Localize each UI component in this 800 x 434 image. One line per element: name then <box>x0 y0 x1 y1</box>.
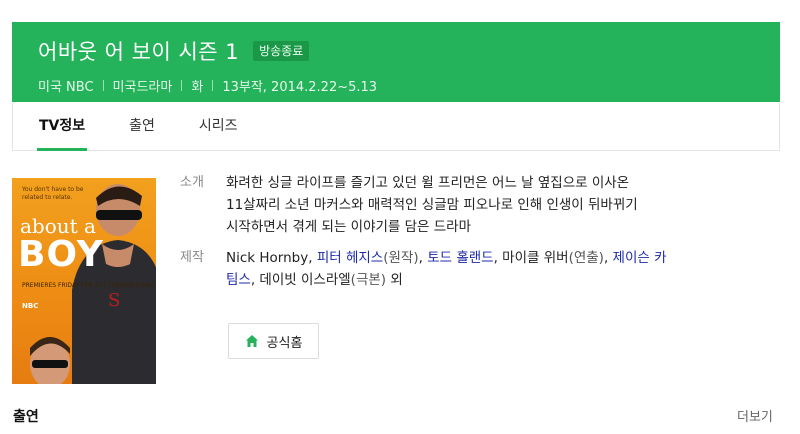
credit-text: , <box>603 250 613 266</box>
synopsis-line: 화려한 싱글 라이프를 즐기고 있던 윌 프리먼은 어느 날 옆집으로 이사온 <box>226 175 630 191</box>
tab-series[interactable]: 시리즈 <box>199 103 238 150</box>
credit-role: (연출) <box>568 250 604 266</box>
poster-title-bottom: BOY <box>18 234 104 275</box>
credit-role: (원작) <box>383 250 419 266</box>
tab-cast[interactable]: 출연 <box>129 103 155 150</box>
credit-link-jason-katims[interactable]: 제이슨 카 <box>613 250 667 266</box>
program-title[interactable]: 어바웃 어 보이 시즌 1 <box>38 36 239 66</box>
poster-premiere-text: PREMIERES FRIDAY FEB 21 / TUESDAYS 9/8c <box>22 282 154 289</box>
more-link[interactable]: 더보기 <box>737 406 773 425</box>
poster-network-logo: NBC <box>22 302 39 310</box>
credit-link-peter-hedges[interactable]: 피터 헤지스 <box>317 250 383 266</box>
meta-network: 미국 NBC <box>38 80 94 95</box>
meta-genre: 미국드라마 <box>112 80 173 95</box>
poster-tagline: You don't have to be related to relate. <box>22 186 84 201</box>
meta-divider <box>212 80 214 91</box>
tab-bar: TV정보 출연 시리즈 <box>12 103 780 151</box>
synopsis-text: 화려한 싱글 라이프를 즐기고 있던 윌 프리먼은 어느 날 옆집으로 이사온 … <box>226 172 638 238</box>
credit-text: Nick Hornby, <box>226 250 317 266</box>
credit-link-todd-holland[interactable]: 토드 홀랜드 <box>427 250 493 266</box>
credit-text: , <box>418 250 428 266</box>
synopsis-row: 소개 화려한 싱글 라이프를 즐기고 있던 윌 프리먼은 어느 날 옆집으로 이… <box>180 172 740 238</box>
synopsis-line: 시작하면서 겪게 되는 이야기를 담은 드라마 <box>226 219 472 235</box>
poster-title-top: about a <box>20 214 96 238</box>
svg-text:S: S <box>108 290 120 311</box>
credit-text: 외 <box>386 272 403 288</box>
meta-divider <box>102 80 104 91</box>
official-home-label: 공식홈 <box>266 335 303 351</box>
production-label: 제작 <box>180 250 204 265</box>
tab-tv-info[interactable]: TV정보 <box>36 103 88 151</box>
home-icon <box>245 335 258 347</box>
credit-text: , 데이빗 이스라엘 <box>250 272 351 288</box>
program-info: 소개 화려한 싱글 라이프를 즐기고 있던 윌 프리먼은 어느 날 옆집으로 이… <box>180 172 740 291</box>
meta-episodes-dates: 13부작, 2014.2.22~5.13 <box>222 80 378 95</box>
official-home-button[interactable]: 공식홈 <box>228 323 319 359</box>
poster-boy-illustration <box>30 337 70 384</box>
credit-text: , 마이클 위버 <box>493 250 569 266</box>
credit-role: (극본) <box>350 272 387 288</box>
credit-link-jason-katims[interactable]: 팀스 <box>226 272 251 288</box>
program-header: 어바웃 어 보이 시즌 1 방송종료 미국 NBC 미국드라마 화 13부작, … <box>12 22 780 102</box>
poster-image[interactable]: S You don't have to be related to relate… <box>12 178 156 384</box>
production-row: 제작 Nick Hornby, 피터 헤지스(원작), 토드 홀랜드, 마이클 … <box>180 247 740 291</box>
synopsis-line: 11살짜리 소년 마커스와 매력적인 싱글맘 피오나로 인해 인생이 뒤바뀌기 <box>226 197 638 213</box>
meta-divider <box>181 80 183 91</box>
synopsis-label: 소개 <box>180 175 204 190</box>
status-badge: 방송종료 <box>253 41 310 61</box>
meta-day: 화 <box>191 80 204 95</box>
program-meta: 미국 NBC 미국드라마 화 13부작, 2014.2.22~5.13 <box>38 76 754 95</box>
cast-section-title: 출연 <box>13 409 39 425</box>
production-credits: Nick Hornby, 피터 헤지스(원작), 토드 홀랜드, 마이클 위버(… <box>226 247 667 291</box>
